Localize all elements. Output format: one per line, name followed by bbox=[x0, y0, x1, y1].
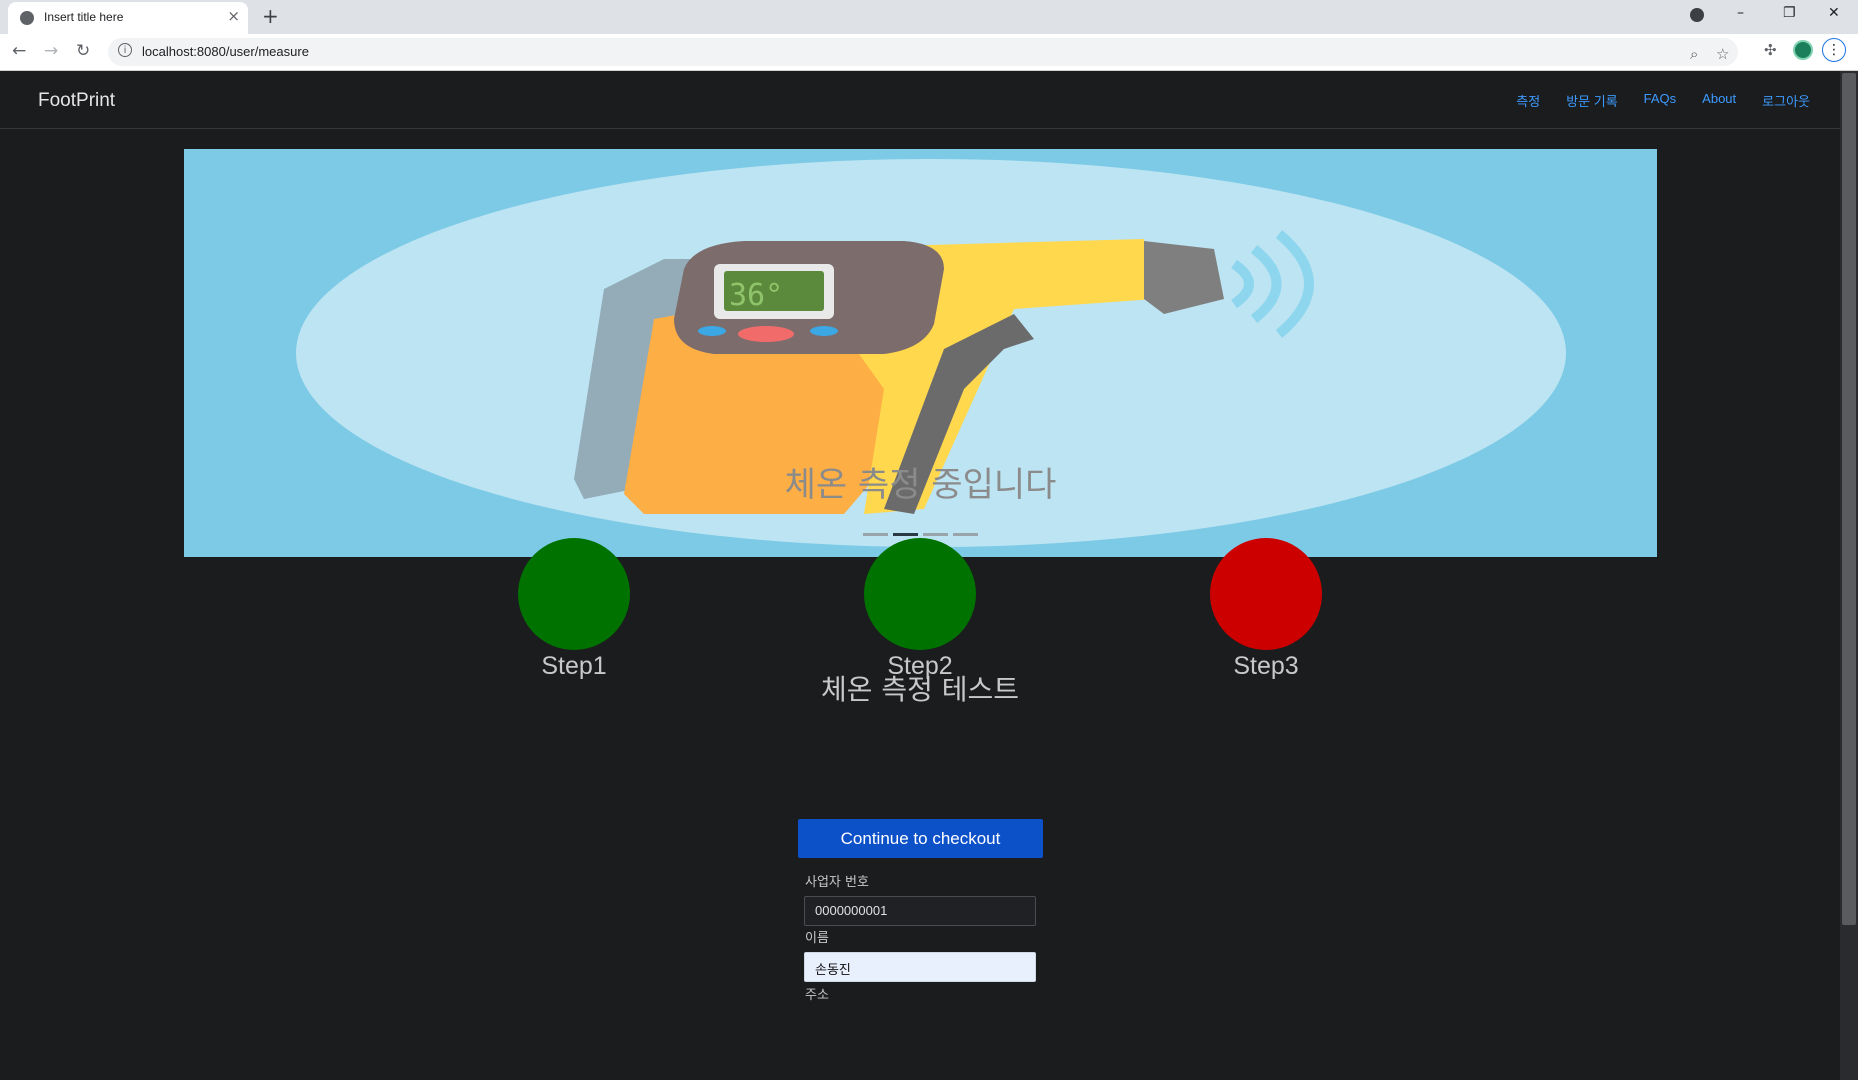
carousel-indicator[interactable] bbox=[923, 533, 948, 536]
carousel-indicator[interactable] bbox=[953, 533, 978, 536]
extensions-puzzle-icon[interactable]: ✣ bbox=[1764, 41, 1777, 59]
reload-icon[interactable]: ↻ bbox=[76, 41, 90, 61]
forward-arrow-icon[interactable]: → bbox=[44, 41, 58, 61]
browser-tab-bar: Insert title here × + – ❐ ✕ bbox=[0, 0, 1858, 34]
checkout-button[interactable]: Continue to checkout bbox=[798, 819, 1043, 858]
business-number-input[interactable]: 0000000001 bbox=[804, 896, 1036, 926]
step-1: Step1 bbox=[494, 538, 654, 681]
nav-link-about[interactable]: About bbox=[1702, 91, 1736, 110]
carousel-indicators bbox=[184, 533, 1657, 536]
thermometer-display: 36° bbox=[729, 278, 783, 313]
name-input[interactable]: 손동진 bbox=[804, 952, 1036, 982]
profile-avatar[interactable] bbox=[1793, 40, 1813, 60]
address-bar[interactable]: i localhost:8080/user/measure ⌕ ☆ bbox=[108, 38, 1738, 66]
name-label: 이름 bbox=[805, 931, 829, 946]
page-content: FootPrint 측정 방문 기록 FAQs About 로그아웃 36° 체… bbox=[0, 71, 1840, 1080]
scrollbar-thumb[interactable] bbox=[1842, 73, 1856, 925]
restore-button[interactable]: ❐ bbox=[1783, 5, 1796, 21]
step-2: Step2 bbox=[840, 538, 1000, 681]
nav-links: 측정 방문 기록 FAQs About 로그아웃 bbox=[1516, 91, 1810, 110]
browser-toolbar: ← → ↻ i localhost:8080/user/measure ⌕ ☆ bbox=[0, 34, 1858, 71]
url-text: localhost:8080/user/measure bbox=[142, 44, 309, 59]
nav-link-history[interactable]: 방문 기록 bbox=[1566, 91, 1617, 110]
globe-icon bbox=[20, 11, 34, 25]
new-tab-button[interactable]: + bbox=[262, 4, 279, 28]
step-1-indicator bbox=[518, 538, 630, 650]
minimize-button[interactable]: – bbox=[1737, 5, 1744, 21]
browser-menu-icon[interactable]: ⋮ bbox=[1822, 38, 1846, 62]
back-arrow-icon[interactable]: ← bbox=[12, 41, 26, 61]
info-icon[interactable]: i bbox=[118, 43, 132, 57]
carousel-indicator[interactable] bbox=[863, 533, 888, 536]
close-window-button[interactable]: ✕ bbox=[1828, 5, 1840, 21]
bookmark-star-icon[interactable]: ☆ bbox=[1716, 45, 1729, 63]
brand-logo[interactable]: FootPrint bbox=[38, 90, 115, 112]
step-3: Step3 bbox=[1186, 538, 1346, 681]
carousel-caption: 체온 측정 중입니다 bbox=[784, 465, 1057, 505]
tab-title: Insert title here bbox=[44, 10, 124, 24]
step-3-indicator bbox=[1210, 538, 1322, 650]
tab-search-icon[interactable] bbox=[1690, 8, 1704, 22]
carousel-indicator-active[interactable] bbox=[893, 533, 918, 536]
nav-link-logout[interactable]: 로그아웃 bbox=[1762, 91, 1810, 110]
site-navbar: FootPrint 측정 방문 기록 FAQs About 로그아웃 bbox=[0, 71, 1840, 129]
nav-link-measure[interactable]: 측정 bbox=[1516, 91, 1540, 110]
step-2-indicator bbox=[864, 538, 976, 650]
nav-link-faqs[interactable]: FAQs bbox=[1644, 91, 1677, 110]
zoom-icon[interactable]: ⌕ bbox=[1690, 45, 1698, 63]
tab-close-icon[interactable]: × bbox=[227, 7, 240, 25]
hero-carousel[interactable]: 36° 체온 측정 중입니다 bbox=[184, 149, 1657, 557]
page-heading: 체온 측정 테스트 bbox=[820, 673, 1020, 706]
business-number-label: 사업자 번호 bbox=[805, 875, 869, 890]
browser-tab[interactable]: Insert title here × bbox=[8, 2, 248, 34]
address-label: 주소 bbox=[805, 988, 829, 1003]
